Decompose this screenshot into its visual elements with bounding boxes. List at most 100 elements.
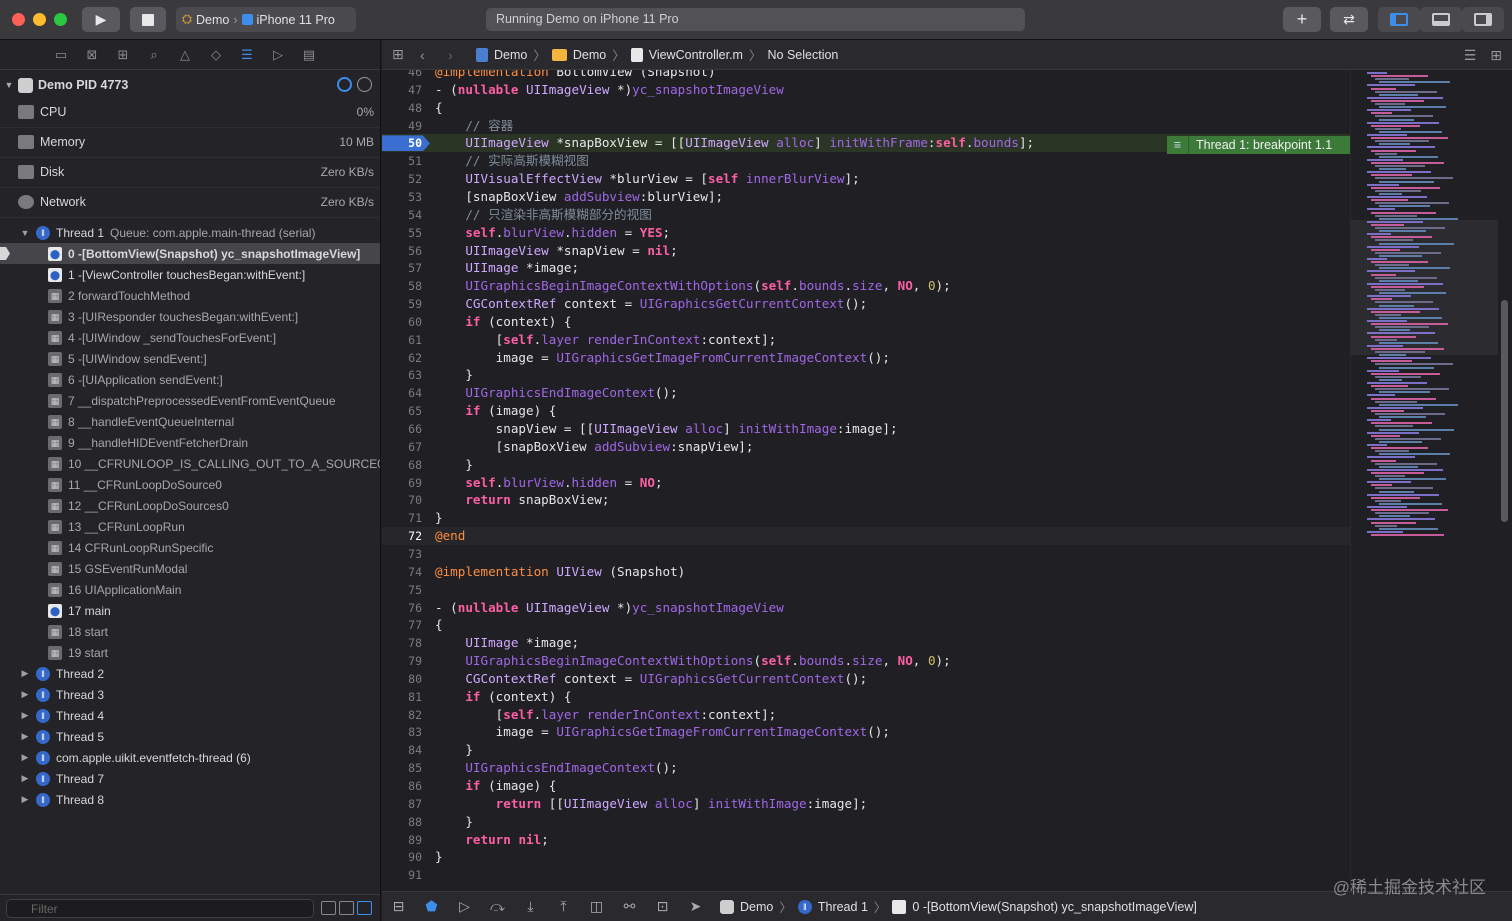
toggle-debug-area-button[interactable]	[1420, 7, 1462, 32]
stack-frame[interactable]: ▦ 15 GSEventRunModal	[0, 558, 380, 579]
close-window-button[interactable]	[12, 13, 25, 26]
breadcrumb-file[interactable]: ViewController.m	[649, 48, 743, 62]
code-line[interactable]: 60 if (context) {	[382, 313, 1350, 331]
code-line[interactable]: 64 UIGraphicsEndImageContext();	[382, 384, 1350, 402]
process-row[interactable]: ▼ Demo PID 4773	[0, 72, 380, 98]
code-line[interactable]: 71}	[382, 509, 1350, 527]
step-out-icon[interactable]: ⤒	[547, 898, 580, 915]
debug-crumb-frame[interactable]: 0 -[BottomView(Snapshot) yc_snapshotImag…	[912, 900, 1196, 914]
stack-frame[interactable]: ⬤ 1 -[ViewController touchesBegan:withEve…	[0, 264, 380, 285]
related-items-icon[interactable]: ⊞	[392, 46, 410, 63]
code-line[interactable]: 70 return snapBoxView;	[382, 491, 1350, 509]
disclosure-right-icon[interactable]: ▶	[18, 731, 32, 742]
code-line[interactable]: 88 }	[382, 813, 1350, 831]
scheme-selector[interactable]: ⛭ Demo › iPhone 11 Pro	[176, 7, 356, 32]
debug-crumb-app[interactable]: Demo	[740, 900, 773, 914]
gauge-icon[interactable]	[337, 77, 352, 92]
code-line[interactable]: 49 // 容器	[382, 117, 1350, 135]
thread-row[interactable]: ▶ ‖ Thread 5	[0, 726, 380, 747]
stack-frame[interactable]: ▦ 3 -[UIResponder touchesBegan:withEvent:…	[0, 306, 380, 327]
code-line[interactable]: 57 UIImage *image;	[382, 259, 1350, 277]
code-line[interactable]: 47 - (nullable UIImageView *)yc_snapshotI…	[382, 81, 1350, 99]
code-line[interactable]: 77 {	[382, 616, 1350, 634]
filter-list-icon[interactable]	[321, 901, 336, 915]
test-icon[interactable]: ◇	[207, 47, 225, 63]
view-debugger-icon[interactable]: ◫	[580, 898, 613, 915]
code-line[interactable]: 82 [self.layer renderInContext:context];	[382, 706, 1350, 724]
code-line[interactable]: 55 self.blurView.hidden = YES;	[382, 224, 1350, 242]
thread-row[interactable]: ▶ ‖ Thread 4	[0, 705, 380, 726]
code-line[interactable]: 54 // 只渲染非高斯模糊部分的视图	[382, 206, 1350, 224]
code-line[interactable]: 58 UIGraphicsBeginImageContextWithOption…	[382, 277, 1350, 295]
code-line[interactable]: 72 @end	[382, 527, 1350, 546]
code-line[interactable]: 76 - (nullable UIImageView *)yc_snapshotI…	[382, 599, 1350, 617]
code-line[interactable]: 85 UIGraphicsEndImageContext();	[382, 759, 1350, 777]
debug-icon[interactable]: ☰	[238, 47, 256, 63]
report-icon[interactable]: ▤	[300, 47, 318, 63]
breakpoint-banner[interactable]: ≡ Thread 1: breakpoint 1.1	[1167, 136, 1350, 154]
warning-icon[interactable]: △	[176, 47, 194, 63]
continue-icon[interactable]: ▷	[448, 898, 481, 915]
gauge-memory[interactable]: Memory 10 MB	[0, 128, 380, 158]
stop-button[interactable]	[130, 7, 166, 32]
simulate-location-icon[interactable]: ➤	[679, 898, 712, 915]
forward-arrow-icon[interactable]: ›	[448, 47, 466, 63]
code-line[interactable]: 61 [self.layer renderInContext:context];	[382, 331, 1350, 349]
disclosure-down-icon[interactable]: ▼	[0, 80, 18, 90]
stack-frame[interactable]: ⬤ 17 main	[0, 600, 380, 621]
code-line[interactable]: 90}	[382, 848, 1350, 866]
code-line[interactable]: 52 UIVisualEffectView *blurView = [self …	[382, 170, 1350, 188]
disclosure-right-icon[interactable]: ▶	[18, 668, 32, 679]
stack-frame[interactable]: ▦ 9 __handleHIDEventFetcherDrain	[0, 432, 380, 453]
thread-row[interactable]: ▶ ‖ Thread 3	[0, 684, 380, 705]
editor-scrollbar[interactable]	[1498, 70, 1512, 890]
filter-grid-icon[interactable]	[339, 901, 354, 915]
add-editor-icon[interactable]: ⊞	[1490, 47, 1502, 64]
gauge-cpu[interactable]: CPU 0%	[0, 98, 380, 128]
gauge-network[interactable]: Network Zero KB/s	[0, 188, 380, 218]
code-review-button[interactable]: ⇄	[1330, 7, 1368, 32]
code-line[interactable]: 65 if (image) {	[382, 402, 1350, 420]
zoom-window-button[interactable]	[54, 13, 67, 26]
code-line[interactable]: 48 {	[382, 99, 1350, 117]
code-line[interactable]: 89 return nil;	[382, 831, 1350, 849]
stack-frame[interactable]: ▦ 11 __CFRunLoopDoSource0	[0, 474, 380, 495]
disclosure-right-icon[interactable]: ▶	[18, 773, 32, 784]
code-line[interactable]: 67 [snapBoxView addSubview:snapView];	[382, 438, 1350, 456]
stack-frame[interactable]: ▦ 6 -[UIApplication sendEvent:]	[0, 369, 380, 390]
stack-frame[interactable]: ▦ 7 __dispatchPreprocessedEventFromEventQ…	[0, 390, 380, 411]
disclosure-right-icon[interactable]: ▶	[18, 689, 32, 700]
editor-options-icon[interactable]: ☰	[1464, 47, 1477, 64]
disclosure-down-icon[interactable]: ▼	[18, 228, 32, 238]
code-line[interactable]: 83 image = UIGraphicsGetImageFromCurrent…	[382, 723, 1350, 741]
code-line[interactable]: 62 image = UIGraphicsGetImageFromCurrent…	[382, 349, 1350, 367]
thread-row[interactable]: ▶ ‖ Thread 8	[0, 789, 380, 810]
code-line[interactable]: 81 if (context) {	[382, 688, 1350, 706]
pause-icon[interactable]	[357, 77, 372, 92]
stack-frame[interactable]: ▦ 8 __handleEventQueueInternal	[0, 411, 380, 432]
disclosure-right-icon[interactable]: ▶	[18, 794, 32, 805]
code-line[interactable]: 66 snapView = [[UIImageView alloc] initW…	[382, 420, 1350, 438]
minimize-window-button[interactable]	[33, 13, 46, 26]
code-line[interactable]: 68 }	[382, 456, 1350, 474]
code-line[interactable]: 53 [snapBoxView addSubview:blurView];	[382, 188, 1350, 206]
folder-icon[interactable]: ▭	[52, 47, 70, 63]
hide-debug-area-icon[interactable]: ⊟	[382, 898, 415, 915]
stack-frame[interactable]: ▦ 13 __CFRunLoopRun	[0, 516, 380, 537]
thread-row[interactable]: ▶ ‖ com.apple.uikit.eventfetch-thread (6)	[0, 747, 380, 768]
code-line[interactable]: 87 return [[UIImageView alloc] initWithI…	[382, 795, 1350, 813]
debug-crumb-thread[interactable]: Thread 1	[818, 900, 868, 914]
code-line[interactable]: 91	[382, 866, 1350, 884]
source-control-icon[interactable]: ⊠	[83, 47, 101, 63]
stack-frame[interactable]: ▦ 2 forwardTouchMethod	[0, 285, 380, 306]
code-line[interactable]: 75	[382, 581, 1350, 599]
toggle-navigator-button[interactable]	[1378, 7, 1420, 32]
code-line[interactable]: 78 UIImage *image;	[382, 634, 1350, 652]
toggle-inspector-button[interactable]	[1462, 7, 1504, 32]
code-line[interactable]: 63 }	[382, 366, 1350, 384]
code-line[interactable]: 56 UIImageView *snapView = nil;	[382, 242, 1350, 260]
code-line[interactable]: 79 UIGraphicsBeginImageContextWithOption…	[382, 652, 1350, 670]
filter-input[interactable]: Filter	[6, 899, 314, 918]
stack-frame[interactable]: ⬤ 0 -[BottomView(Snapshot) yc_snapshotIma…	[0, 243, 380, 264]
thread-row[interactable]: ▶ ‖ Thread 7	[0, 768, 380, 789]
